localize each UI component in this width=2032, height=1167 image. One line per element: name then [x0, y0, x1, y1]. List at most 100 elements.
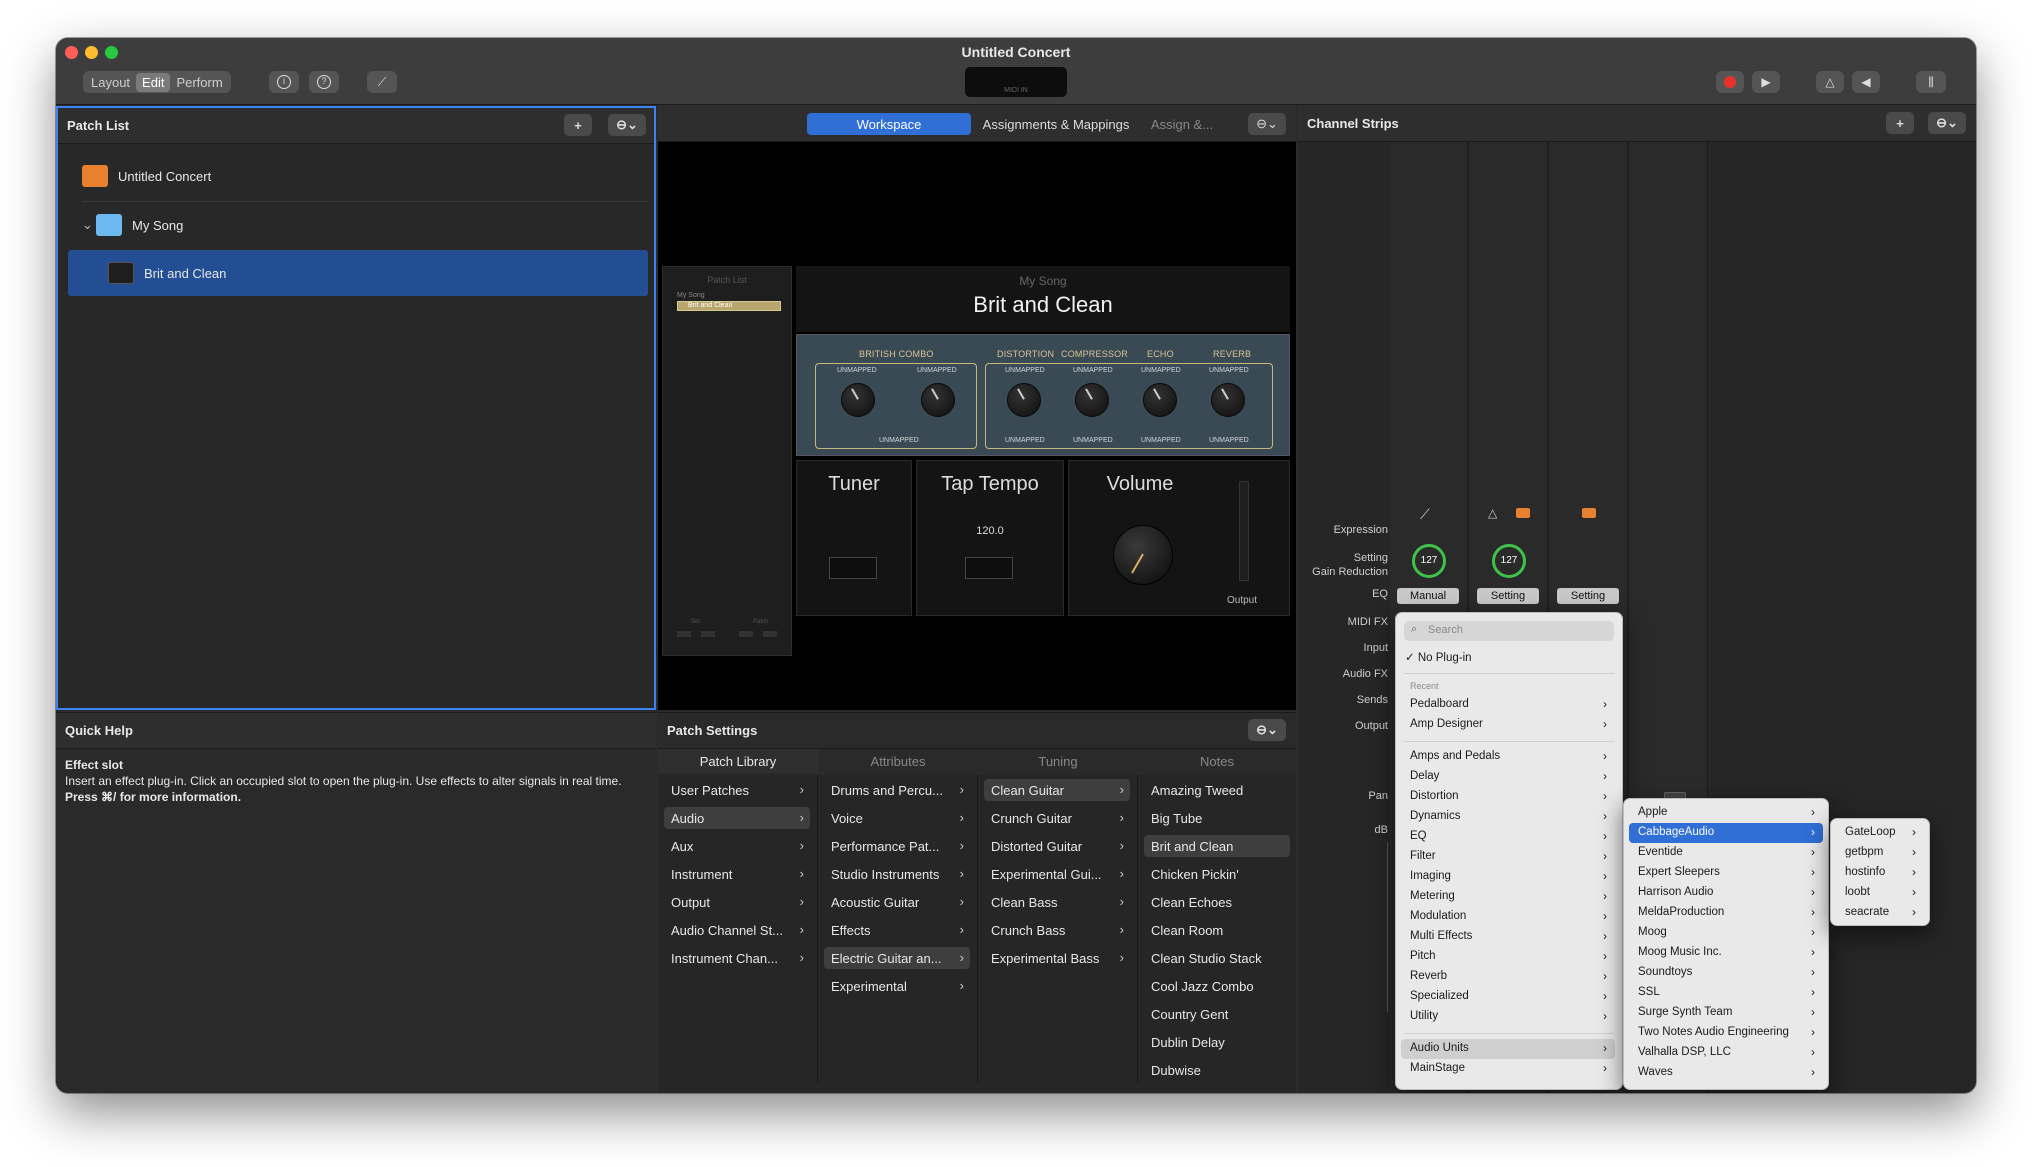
lcd-display[interactable]: MIDI IN: [965, 67, 1067, 97]
au-manufacturer[interactable]: MeldaProduction ›: [1629, 903, 1823, 923]
patch-item-selected[interactable]: Brit and Clean: [1144, 835, 1290, 857]
library-item-selected[interactable]: Audio ›: [664, 807, 810, 829]
set-next-button[interactable]: [701, 631, 715, 637]
patch-next-button[interactable]: [763, 631, 777, 637]
menu-item-category[interactable]: Utility ›: [1401, 1007, 1615, 1027]
library-item[interactable]: Studio Instruments ›: [824, 863, 970, 885]
help-button[interactable]: ?: [309, 71, 339, 93]
library-item[interactable]: Experimental Bass ›: [984, 947, 1130, 969]
song-row[interactable]: ⌄ My Song: [68, 202, 648, 248]
library-item[interactable]: Performance Pat... ›: [824, 835, 970, 857]
patch-item[interactable]: Dubwise: [1144, 1059, 1290, 1081]
library-item[interactable]: Crunch Guitar ›: [984, 807, 1130, 829]
tuner-button[interactable]: ⟋: [367, 71, 397, 93]
setting-button[interactable]: Setting: [1557, 588, 1619, 604]
smart-control-knob[interactable]: [1007, 383, 1041, 417]
add-channel-strip-button[interactable]: +: [1886, 112, 1914, 134]
channel-strips-action-menu[interactable]: ⊖⌄: [1928, 112, 1966, 134]
smart-control-knob[interactable]: [1211, 383, 1245, 417]
record-button[interactable]: [1716, 71, 1744, 93]
library-item[interactable]: Acoustic Guitar ›: [824, 891, 970, 913]
au-manufacturer[interactable]: Eventide ›: [1629, 843, 1823, 863]
metronome-button[interactable]: △: [1816, 71, 1844, 93]
menu-item-category[interactable]: EQ ›: [1401, 827, 1615, 847]
au-manufacturer[interactable]: Surge Synth Team ›: [1629, 1003, 1823, 1023]
patch-item[interactable]: Dublin Delay: [1144, 1031, 1290, 1053]
expression-knob[interactable]: 127: [1492, 544, 1526, 578]
library-item[interactable]: Effects ›: [824, 919, 970, 941]
library-item[interactable]: Instrument Chan... ›: [664, 947, 810, 969]
tab-attributes[interactable]: Attributes: [818, 749, 978, 773]
menu-item-category[interactable]: Imaging ›: [1401, 867, 1615, 887]
menu-item-category[interactable]: Distortion ›: [1401, 787, 1615, 807]
au-manufacturer[interactable]: Harrison Audio ›: [1629, 883, 1823, 903]
menu-item-category[interactable]: Pitch ›: [1401, 947, 1615, 967]
set-prev-button[interactable]: [677, 631, 691, 637]
mode-edit[interactable]: Edit: [136, 72, 171, 92]
speaker-button[interactable]: ◀: [1852, 71, 1880, 93]
library-item[interactable]: Crunch Bass ›: [984, 919, 1130, 941]
patch-item[interactable]: Country Gent: [1144, 1003, 1290, 1025]
setting-button-manual[interactable]: Manual: [1397, 588, 1459, 604]
menu-item-category[interactable]: Reverb ›: [1401, 967, 1615, 987]
tap-tempo-button[interactable]: [965, 557, 1013, 579]
play-button[interactable]: ▶: [1752, 71, 1780, 93]
menu-item-category[interactable]: Delay ›: [1401, 767, 1615, 787]
workspace-action-menu[interactable]: ⊖⌄: [1248, 113, 1286, 135]
menu-item-category[interactable]: Filter ›: [1401, 847, 1615, 867]
menu-item-category[interactable]: Dynamics ›: [1401, 807, 1615, 827]
setting-button[interactable]: Setting: [1477, 588, 1539, 604]
au-plugin[interactable]: hostinfo ›: [1836, 863, 1924, 883]
smart-control-knob[interactable]: [1143, 383, 1177, 417]
volume-knob[interactable]: [1113, 525, 1173, 585]
menu-item-audio-units[interactable]: Audio Units ›: [1401, 1039, 1615, 1059]
patch-row-selected[interactable]: Brit and Clean: [68, 250, 648, 296]
patch-prev-button[interactable]: [739, 631, 753, 637]
menu-item-mainstage[interactable]: MainStage ›: [1401, 1059, 1615, 1079]
patch-item[interactable]: Clean Studio Stack: [1144, 947, 1290, 969]
patch-settings-action-menu[interactable]: ⊖⌄: [1248, 719, 1286, 741]
menu-item-no-plugin[interactable]: ✓ No Plug-in: [1401, 647, 1481, 667]
patch-item[interactable]: Clean Room: [1144, 919, 1290, 941]
tab-assign[interactable]: Assign &...: [1142, 113, 1222, 135]
expression-knob[interactable]: 127: [1412, 544, 1446, 578]
menu-item-recent[interactable]: Pedalboard ›: [1401, 695, 1615, 715]
mixer-button[interactable]: ⫼: [1916, 71, 1946, 93]
au-manufacturer-selected[interactable]: CabbageAudio ›: [1629, 823, 1823, 843]
mode-perform[interactable]: Perform: [170, 73, 228, 92]
library-item-selected[interactable]: Clean Guitar ›: [984, 779, 1130, 801]
tab-notes[interactable]: Notes: [1138, 749, 1296, 773]
add-patch-button[interactable]: +: [564, 114, 592, 136]
menu-item-category[interactable]: Modulation ›: [1401, 907, 1615, 927]
mini-patch-label[interactable]: Brit and Clean: [677, 301, 781, 311]
smart-control-knob[interactable]: [921, 383, 955, 417]
menu-item-category[interactable]: Specialized ›: [1401, 987, 1615, 1007]
mode-layout[interactable]: Layout: [85, 73, 136, 92]
au-plugin[interactable]: loobt ›: [1836, 883, 1924, 903]
library-item[interactable]: Audio Channel St... ›: [664, 919, 810, 941]
au-manufacturer[interactable]: Expert Sleepers ›: [1629, 863, 1823, 883]
menu-item-category[interactable]: Metering ›: [1401, 887, 1615, 907]
tab-workspace[interactable]: Workspace: [807, 113, 971, 135]
au-manufacturer[interactable]: Valhalla DSP, LLC ›: [1629, 1043, 1823, 1063]
library-item[interactable]: Output ›: [664, 891, 810, 913]
library-item[interactable]: Distorted Guitar ›: [984, 835, 1130, 857]
patch-item[interactable]: Cool Jazz Combo: [1144, 975, 1290, 997]
smart-control-knob[interactable]: [841, 383, 875, 417]
patch-item[interactable]: Big Tube: [1144, 807, 1290, 829]
library-item-selected[interactable]: Electric Guitar an... ›: [824, 947, 970, 969]
au-manufacturer[interactable]: SSL ›: [1629, 983, 1823, 1003]
plugin-search-field[interactable]: ⌕ Search: [1404, 621, 1614, 641]
library-item[interactable]: Voice ›: [824, 807, 970, 829]
patch-list-action-menu[interactable]: ⊖⌄: [608, 114, 646, 136]
au-manufacturer[interactable]: Soundtoys ›: [1629, 963, 1823, 983]
patch-item[interactable]: Clean Echoes: [1144, 891, 1290, 913]
au-plugin[interactable]: seacrate ›: [1836, 903, 1924, 923]
au-plugin[interactable]: getbpm ›: [1836, 843, 1924, 863]
library-item[interactable]: User Patches ›: [664, 779, 810, 801]
library-item[interactable]: Instrument ›: [664, 863, 810, 885]
au-manufacturer[interactable]: Moog Music Inc. ›: [1629, 943, 1823, 963]
au-plugin[interactable]: GateLoop ›: [1836, 823, 1924, 843]
menu-item-recent[interactable]: Amp Designer ›: [1401, 715, 1615, 735]
tab-tuning[interactable]: Tuning: [978, 749, 1138, 773]
